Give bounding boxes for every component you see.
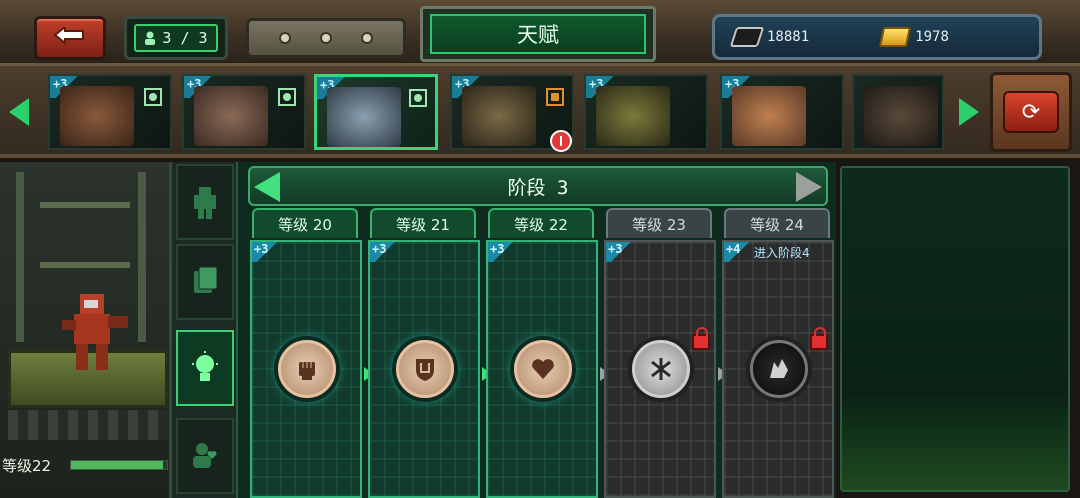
back-button[interactable] [34,16,106,60]
swap-icon: ⟳ [1003,91,1059,133]
talent-column: 等级 24 +4 进入阶段4 [720,208,834,498]
level-tab: 等级 20 [252,208,358,238]
talent-card[interactable]: +3 [486,240,598,498]
stage-unlock-note: 进入阶段4 [754,246,810,260]
squad-member-icon [409,89,427,107]
level-tab: 等级 24 [724,208,830,238]
talent-column: 等级 21 +3 [366,208,480,498]
slot-dot-icon [279,32,292,44]
talent-column: 等级 22 +3 [484,208,598,498]
hero-portrait [732,86,806,146]
tab-talent[interactable] [176,330,234,406]
armor-icon [194,187,216,219]
gold-bar-icon [879,27,912,47]
hero-portrait [462,86,536,146]
squad-member-icon [144,88,162,106]
alert-icon [550,130,572,152]
tab-equipment[interactable] [176,164,234,240]
hero-portrait [596,86,670,146]
heart-icon [532,359,554,379]
talent-card-locked[interactable]: +3 [604,240,716,498]
hero-portrait [194,86,268,146]
talent-detail-panel [840,166,1070,492]
roster-card[interactable]: +3 [584,74,708,150]
swap-hero-button[interactable]: ⟳ [990,72,1072,152]
plus-badge: +3 [606,242,636,262]
roster-card[interactable]: +3 [48,74,172,150]
claw-icon [651,358,671,380]
page-title: 天赋 [430,14,646,54]
chip-icon [729,27,765,47]
roster-prev-button[interactable] [2,80,36,144]
level-tab: 等级 22 [488,208,594,238]
talent-icon[interactable] [514,340,572,398]
tab-cards[interactable] [176,244,234,320]
roster-next-button[interactable] [952,80,986,144]
stage-next-button[interactable] [796,172,822,202]
squad-count: 3 / 3 [124,16,228,60]
level-tab: 等级 23 [606,208,712,238]
hero-portrait [60,86,134,146]
gold-currency: 1978 [879,27,949,47]
lock-icon [692,327,710,350]
person-heart-icon [193,443,217,468]
tab-bond[interactable] [176,418,234,494]
lock-icon [810,327,828,350]
talent-icon[interactable] [396,340,454,398]
xp-bar [70,460,168,470]
plus-badge: +4 [724,242,754,262]
roster-card[interactable]: +3 [720,74,844,150]
chips-currency: 18881 [729,27,810,47]
talent-card[interactable]: +3 [368,240,480,498]
cards-icon [194,266,218,293]
squad-member-icon [278,88,296,106]
shield-icon [416,359,434,381]
plus-badge: +3 [488,242,518,262]
hero-roster: +3 +3 +3 +3 +3 +3 ⟳ [0,66,1080,158]
hero-sprite [62,294,128,370]
title-panel: 天赋 [420,6,656,62]
stage-prev-button[interactable] [254,172,280,202]
talent-icon[interactable] [750,340,808,398]
talent-icon[interactable] [632,340,690,398]
person-icon [145,31,156,45]
plus-badge: +3 [252,242,282,262]
fist-icon [299,362,315,380]
currency-panel: 18881 1978 [712,14,1042,60]
roster-card-selected[interactable]: +3 [314,74,438,150]
hero-display: 等级22 [0,162,172,498]
side-tabs [172,162,236,498]
top-bar: 3 / 3 天赋 18881 1978 [0,0,1080,66]
talent-panel: 阶段 3 等级 20 +3 等级 21 +3 等级 22 +3 等级 23 +3… [236,162,836,498]
roster-card[interactable]: +3 [182,74,306,150]
stage-header: 阶段 3 [248,166,828,206]
gold-amount: 1978 [915,29,949,45]
lightbulb-icon [192,351,218,381]
roster-card[interactable] [852,74,944,150]
swap-member-icon [546,88,564,106]
talent-column: 等级 20 +3 [248,208,362,498]
hero-level: 等级22 [2,457,52,475]
chevron-left-icon [9,98,29,126]
talent-column: 等级 23 +3 [602,208,716,498]
slot-dot-icon [360,32,373,44]
back-arrow-icon [53,27,84,46]
chevron-right-icon [959,98,979,126]
chips-amount: 18881 [767,29,810,45]
plus-badge: +3 [370,242,400,262]
hero-portrait [327,87,401,147]
stage-title: 阶段 3 [507,176,569,199]
hero-portrait [864,86,938,146]
level-tab: 等级 21 [370,208,476,238]
wolf-icon [770,359,788,378]
slot-dot-icon [319,32,332,44]
xp-fill [71,461,164,469]
talent-card[interactable]: +3 [250,240,362,498]
talent-icon[interactable] [278,340,336,398]
talent-card-locked[interactable]: +4 进入阶段4 [722,240,834,498]
gear-slots-panel[interactable] [246,18,406,58]
squad-count-text: 3 / 3 [162,29,208,47]
